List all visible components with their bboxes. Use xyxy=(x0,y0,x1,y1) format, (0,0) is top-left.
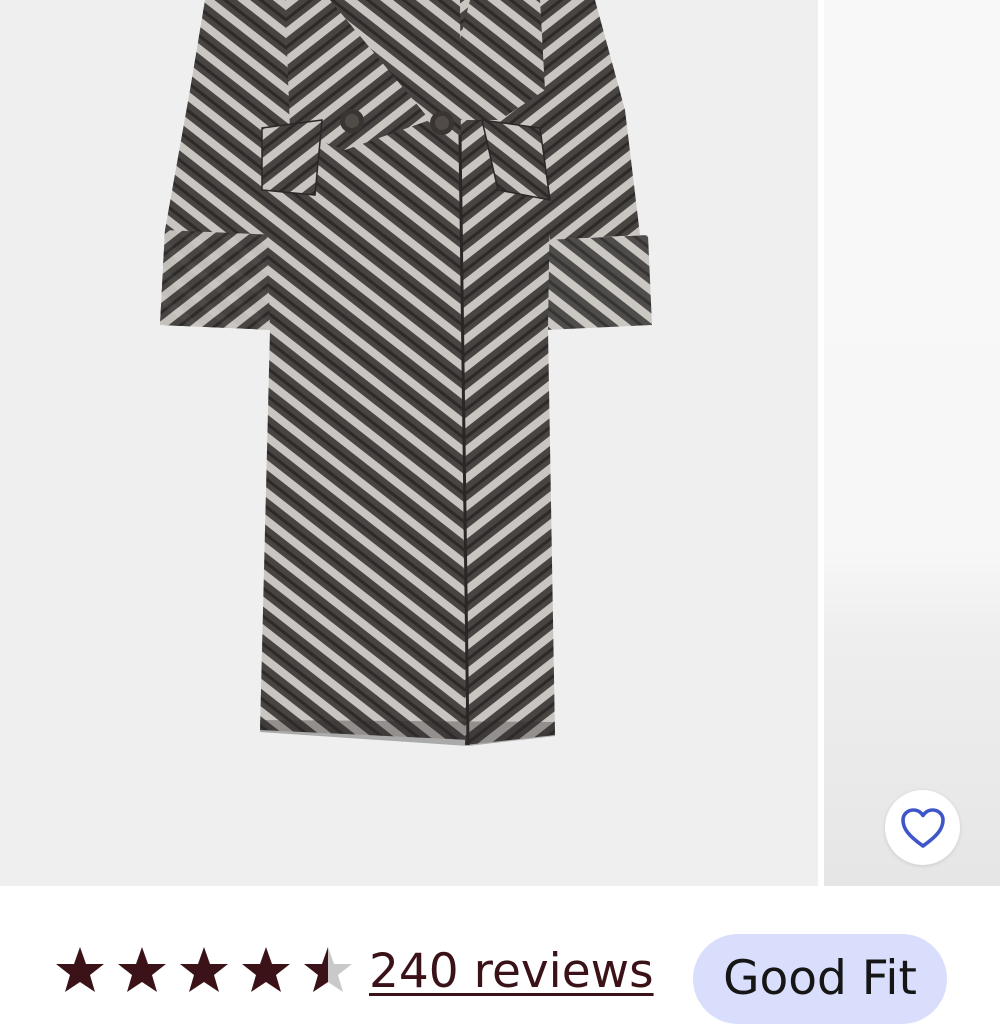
reviews-link[interactable]: 240 reviews xyxy=(369,944,654,1000)
add-to-favorites-button[interactable] xyxy=(885,790,960,865)
coat-illustration xyxy=(160,0,652,746)
star-full-icon xyxy=(242,947,290,992)
product-image-gallery[interactable] xyxy=(0,0,1000,886)
star-half-icon xyxy=(304,947,352,992)
star-full-icon xyxy=(118,947,166,992)
fit-badge-label: Good Fit xyxy=(723,951,917,1006)
star-full-icon xyxy=(56,947,104,992)
rating-stars[interactable] xyxy=(55,944,365,996)
product-photo-next[interactable] xyxy=(824,0,1000,886)
star-full-icon xyxy=(180,947,228,992)
product-photo-main[interactable] xyxy=(0,0,818,886)
fit-badge[interactable]: Good Fit xyxy=(693,934,947,1024)
heart-outline-icon xyxy=(900,807,945,848)
